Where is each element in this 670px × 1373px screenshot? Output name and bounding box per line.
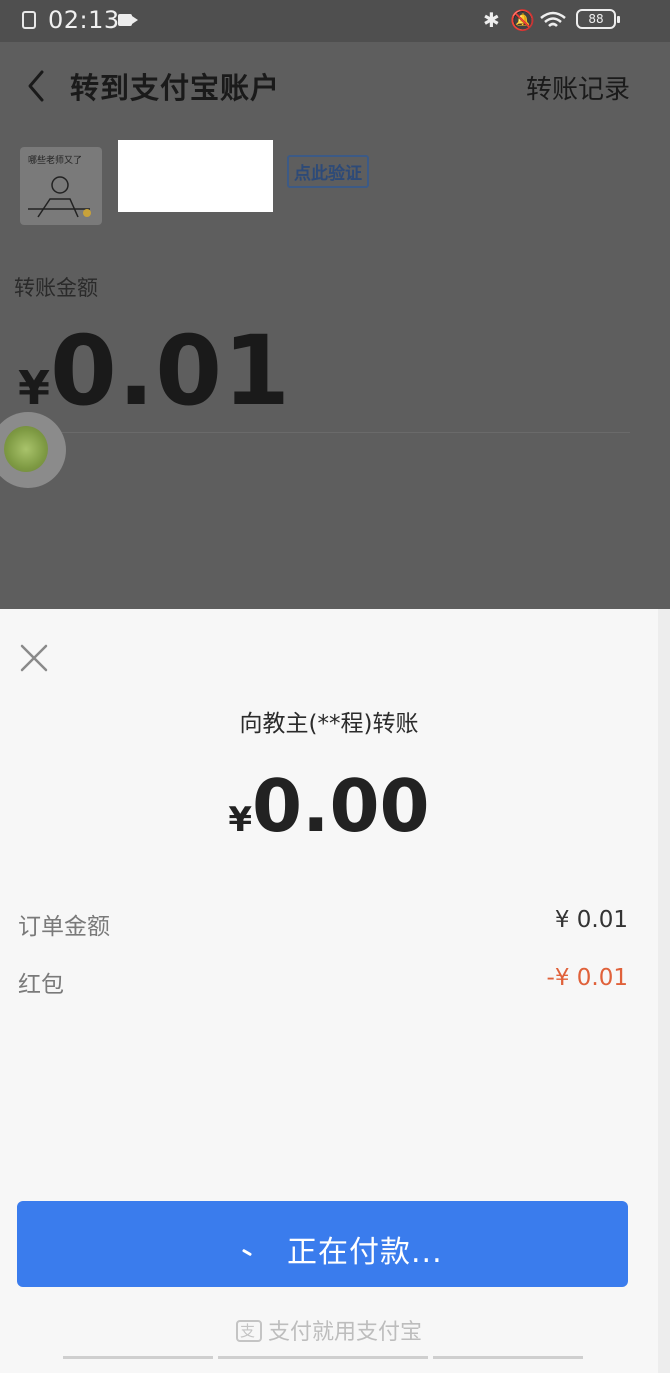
- payee-title: 向教主(**程)转账: [239, 711, 419, 737]
- red-packet-value: -¥ 0.01: [546, 965, 628, 991]
- verify-badge[interactable]: 点此验证: [287, 155, 369, 188]
- avatar-drawing: [28, 176, 91, 218]
- keyboard-key-edge: [63, 1356, 213, 1359]
- loading-spinner-icon: [241, 1248, 253, 1257]
- mute-bell-icon: 🔕: [510, 8, 535, 32]
- battery-level: 88: [588, 12, 604, 26]
- bluetooth-icon: ✱: [483, 8, 500, 32]
- footer-slogan: 支付就用支付宝: [267, 1320, 422, 1345]
- floating-ball-icon: [4, 426, 48, 472]
- pay-amount-display: ¥0.00: [0, 764, 658, 848]
- order-amount-label: 订单金额: [18, 914, 110, 940]
- pay-currency: ¥: [228, 800, 252, 840]
- transfer-currency: ¥: [18, 361, 51, 415]
- transfer-amount-display[interactable]: ¥0.01: [18, 315, 291, 427]
- transfer-amount-value: 0.01: [50, 315, 291, 427]
- close-icon[interactable]: [18, 642, 50, 674]
- order-amount-value: ¥ 0.01: [554, 907, 628, 933]
- status-bar: 02:13 ✱ 🔕 88: [0, 0, 670, 42]
- transfer-amount-label: 转账金额: [14, 276, 98, 300]
- pay-amount-value: 0.00: [252, 764, 430, 848]
- sim-icon: [22, 11, 36, 29]
- recipient-avatar: 哪些老师又了: [20, 147, 102, 225]
- red-packet-label: 红包: [18, 972, 64, 998]
- keyboard-key-edge: [218, 1356, 428, 1359]
- status-time: 02:13: [48, 6, 120, 34]
- sheet-edge: [658, 609, 670, 1373]
- wifi-icon: [540, 11, 566, 27]
- alipay-logo-icon: [235, 1320, 262, 1342]
- screen-record-icon: [118, 14, 138, 26]
- amount-divider: [60, 432, 630, 433]
- alipay-footer: 支付就用支付宝: [0, 1314, 658, 1346]
- paying-button[interactable]: 正在付款...: [17, 1201, 628, 1287]
- page-title: 转到支付宝账户: [70, 71, 281, 105]
- paying-button-label: 正在付款...: [287, 1235, 443, 1270]
- back-arrow-icon[interactable]: [20, 66, 60, 106]
- payment-sheet: 向教主(**程)转账 ¥0.00 订单金额 ¥ 0.01 红包 -¥ 0.01 …: [0, 609, 658, 1373]
- keyboard-key-edge: [433, 1356, 583, 1359]
- recipient-account-redacted: [118, 140, 273, 212]
- transfer-records-link[interactable]: 转账记录: [526, 69, 630, 106]
- battery-icon: 88: [576, 9, 620, 29]
